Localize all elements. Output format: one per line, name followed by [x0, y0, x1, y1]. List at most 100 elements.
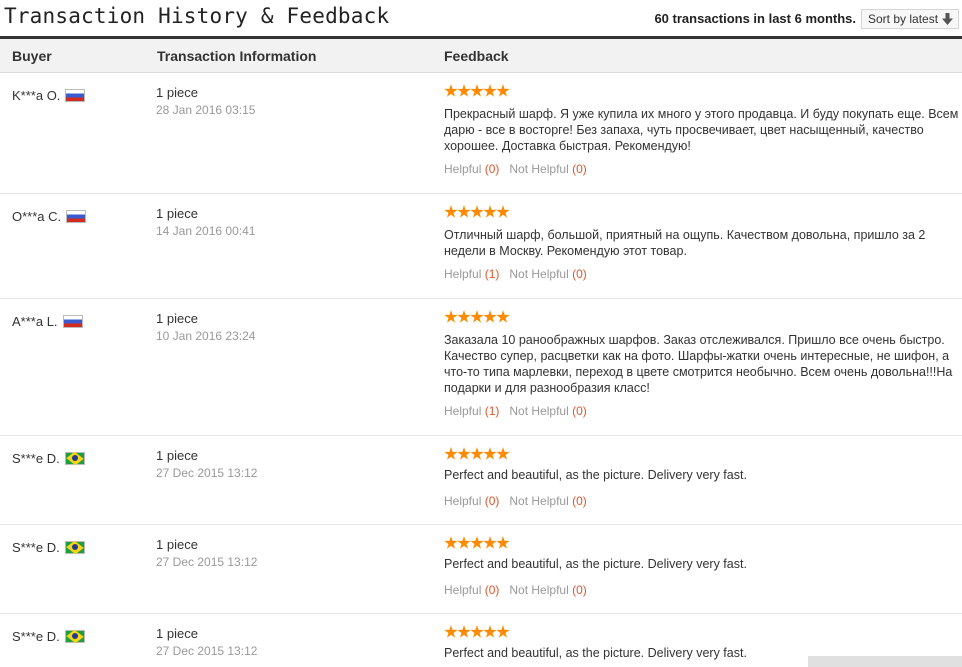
russia-flag-icon: [66, 210, 87, 223]
column-header-transaction: Transaction Information: [157, 48, 317, 64]
star-rating: [444, 536, 516, 550]
arrow-down-icon: [942, 13, 953, 25]
star-icon: [444, 536, 458, 549]
star-icon: [457, 625, 471, 638]
helpful-label: Helpful: [444, 267, 482, 281]
helpful-count: (0): [484, 583, 500, 597]
helpful-count: (0): [484, 162, 500, 176]
transaction-date: 14 Jan 2016 00:41: [156, 224, 256, 238]
buyer-cell: S***e D.: [12, 540, 85, 555]
not-helpful-link[interactable]: Not Helpful (0): [509, 404, 586, 418]
helpful-label: Helpful: [444, 583, 482, 597]
star-icon: [470, 536, 484, 549]
star-icon: [483, 205, 497, 218]
star-rating: [444, 310, 516, 324]
helpful-votes: Helpful (0) Not Helpful (0): [444, 162, 587, 176]
buyer-cell: A***a L.: [12, 314, 83, 329]
page-title: Transaction History & Feedback: [4, 4, 390, 28]
horizontal-scrollbar[interactable]: [808, 656, 962, 667]
helpful-count: (1): [484, 267, 500, 281]
buyer-cell: S***e D.: [12, 451, 85, 466]
star-icon: [457, 536, 471, 549]
star-icon: [496, 625, 510, 638]
not-helpful-link[interactable]: Not Helpful (0): [509, 267, 586, 281]
star-icon: [496, 447, 510, 460]
page-header: Transaction History & Feedback 60 transa…: [0, 0, 962, 36]
star-icon: [457, 84, 471, 97]
buyer-cell: O***a C.: [12, 209, 87, 224]
star-icon: [470, 447, 484, 460]
helpful-votes: Helpful (0) Not Helpful (0): [444, 494, 587, 508]
helpful-label: Helpful: [444, 162, 482, 176]
column-header-feedback: Feedback: [444, 48, 509, 64]
helpful-link[interactable]: Helpful (0): [444, 494, 499, 508]
not-helpful-link[interactable]: Not Helpful (0): [509, 494, 586, 508]
star-icon: [483, 447, 497, 460]
not-helpful-count: (0): [572, 404, 587, 418]
not-helpful-label: Not Helpful: [509, 404, 569, 418]
not-helpful-count: (0): [572, 583, 587, 597]
star-icon: [457, 447, 471, 460]
helpful-link[interactable]: Helpful (1): [444, 267, 499, 281]
not-helpful-link[interactable]: Not Helpful (0): [509, 583, 586, 597]
star-rating: [444, 205, 516, 219]
star-icon: [470, 310, 484, 323]
buyer-name: O***a C.: [12, 209, 62, 224]
russia-flag-icon: [65, 89, 86, 102]
brazil-flag-icon: [64, 630, 85, 643]
star-icon: [444, 447, 458, 460]
helpful-votes: Helpful (0) Not Helpful (0): [444, 583, 587, 597]
buyer-name: S***e D.: [12, 451, 60, 466]
helpful-count: (1): [484, 404, 500, 418]
star-icon: [444, 205, 458, 218]
not-helpful-label: Not Helpful: [509, 583, 569, 597]
star-icon: [470, 84, 484, 97]
brazil-flag-icon: [64, 541, 85, 554]
transaction-date: 27 Dec 2015 13:12: [156, 555, 258, 569]
feedback-text: Заказала 10 раноображных шарфов. Заказ о…: [444, 333, 953, 395]
feedback-text: Отличный шарф, большой, приятный на ощуп…: [444, 228, 926, 258]
buyer-cell: K***a O.: [12, 88, 86, 103]
not-helpful-count: (0): [572, 267, 587, 281]
star-icon: [457, 205, 471, 218]
helpful-count: (0): [484, 494, 500, 508]
star-icon: [444, 310, 458, 323]
column-header-row: Buyer Transaction Information Feedback: [0, 39, 962, 73]
star-rating: [444, 625, 516, 639]
quantity: 1 piece: [156, 206, 198, 221]
star-rating: [444, 84, 516, 98]
star-icon: [483, 536, 497, 549]
column-header-buyer: Buyer: [12, 48, 52, 64]
buyer-name: K***a O.: [12, 88, 61, 103]
feedback-row: A***a L. 1 piece 10 Jan 2016 23:24 Заказ…: [0, 299, 962, 436]
star-rating: [444, 447, 516, 461]
not-helpful-label: Not Helpful: [509, 267, 569, 281]
buyer-name: S***e D.: [12, 629, 60, 644]
helpful-link[interactable]: Helpful (0): [444, 162, 499, 176]
russia-flag-icon: [62, 315, 83, 328]
not-helpful-count: (0): [572, 494, 587, 508]
feedback-row: S***e D. 1 piece 27 Dec 2015 13:12 Perfe…: [0, 525, 962, 614]
star-icon: [496, 536, 510, 549]
helpful-link[interactable]: Helpful (1): [444, 404, 499, 418]
sort-dropdown[interactable]: Sort by latest: [861, 9, 959, 29]
quantity: 1 piece: [156, 626, 198, 641]
star-icon: [483, 310, 497, 323]
transaction-date: 10 Jan 2016 23:24: [156, 329, 256, 343]
transaction-date: 27 Dec 2015 13:12: [156, 644, 258, 658]
quantity: 1 piece: [156, 311, 198, 326]
quantity: 1 piece: [156, 448, 198, 463]
feedback-row: K***a O. 1 piece 28 Jan 2016 03:15 Прекр…: [0, 73, 962, 194]
feedback-row: S***e D. 1 piece 27 Dec 2015 13:12 Perfe…: [0, 436, 962, 525]
helpful-label: Helpful: [444, 494, 482, 508]
not-helpful-label: Not Helpful: [509, 162, 569, 176]
buyer-name: A***a L.: [12, 314, 58, 329]
sort-label: Sort by latest: [868, 12, 939, 26]
brazil-flag-icon: [64, 452, 85, 465]
star-icon: [470, 205, 484, 218]
helpful-link[interactable]: Helpful (0): [444, 583, 499, 597]
feedback-text: Прекрасный шарф. Я уже купила их много у…: [444, 107, 959, 153]
not-helpful-link[interactable]: Not Helpful (0): [509, 162, 586, 176]
feedback-row: O***a C. 1 piece 14 Jan 2016 00:41 Отлич…: [0, 194, 962, 299]
star-icon: [483, 84, 497, 97]
